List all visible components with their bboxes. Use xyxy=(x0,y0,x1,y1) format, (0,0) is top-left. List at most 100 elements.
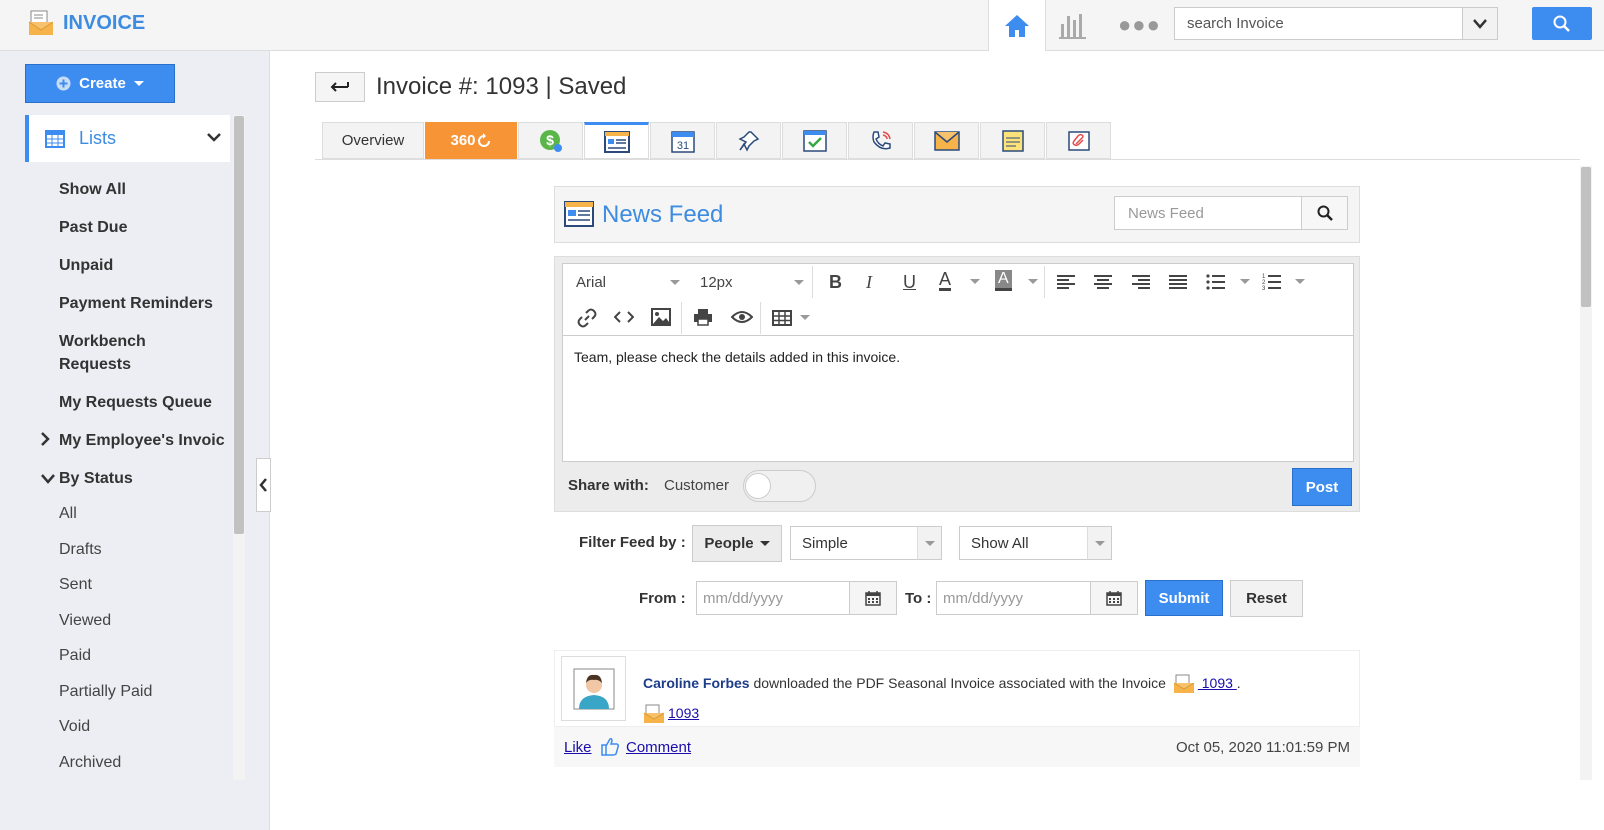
text-color-icon[interactable]: A xyxy=(939,270,952,291)
align-right-icon[interactable] xyxy=(1131,274,1151,290)
tab-payments[interactable]: $ xyxy=(518,122,583,159)
tab-news-feed[interactable] xyxy=(584,122,649,159)
sidebar-item-past-due[interactable]: Past Due xyxy=(59,219,229,237)
table-icon[interactable] xyxy=(772,310,792,326)
bar-chart-icon xyxy=(1059,14,1086,39)
status-item-archived[interactable]: Archived xyxy=(59,754,121,772)
underline-icon[interactable]: U xyxy=(903,272,916,293)
sidebar-collapse-button[interactable] xyxy=(256,458,271,512)
news-feed-search-input[interactable]: News Feed xyxy=(1114,196,1302,230)
align-left-icon[interactable] xyxy=(1056,274,1076,290)
highlight-color-icon[interactable]: A xyxy=(995,270,1012,291)
global-search-input[interactable]: search Invoice xyxy=(1174,7,1463,40)
lists-header[interactable]: Lists xyxy=(25,115,230,162)
caret-down-icon[interactable] xyxy=(1028,279,1038,284)
sidebar-item-workbench-requests-line2[interactable]: Requests xyxy=(59,356,229,374)
feed-user-link[interactable]: Caroline Forbes xyxy=(643,675,750,691)
envelope-icon xyxy=(933,130,960,151)
search-button[interactable] xyxy=(1532,7,1592,40)
tab-calls[interactable] xyxy=(848,122,913,159)
status-item-void[interactable]: Void xyxy=(59,718,90,736)
create-button[interactable]: Create xyxy=(25,64,175,103)
tab-tasks[interactable] xyxy=(782,122,847,159)
like-link[interactable]: Like xyxy=(564,739,592,756)
sidebar-item-show-all[interactable]: Show All xyxy=(59,181,229,199)
sidebar-item-my-requests-queue[interactable]: My Requests Queue xyxy=(59,394,229,412)
status-item-all[interactable]: All xyxy=(59,505,77,523)
tab-overview[interactable]: Overview xyxy=(322,122,424,159)
invoice-envelope-icon xyxy=(643,704,665,724)
caret-down-icon[interactable] xyxy=(1295,279,1305,284)
align-center-icon[interactable] xyxy=(1093,274,1113,290)
sidebar-item-workbench-requests[interactable]: Workbench xyxy=(59,333,229,351)
invoice-link[interactable]: 1093 xyxy=(668,705,699,721)
thumbs-up-icon[interactable] xyxy=(600,736,620,756)
svg-text:$: $ xyxy=(546,132,554,148)
image-icon[interactable] xyxy=(651,308,671,326)
link-icon[interactable] xyxy=(577,308,597,328)
sidebar-item-by-status[interactable]: By Status xyxy=(59,470,229,488)
preview-eye-icon[interactable] xyxy=(731,310,753,324)
avatar[interactable] xyxy=(561,656,626,721)
news-feed-icon xyxy=(564,200,594,233)
sidebar-item-my-employees-invoices[interactable]: My Employee's Invoic xyxy=(59,432,224,450)
chevron-right-icon[interactable] xyxy=(40,432,50,446)
invoice-link[interactable]: 1093 xyxy=(1198,675,1237,691)
bold-icon[interactable]: B xyxy=(829,272,842,293)
tab-pin[interactable] xyxy=(716,122,781,159)
status-item-viewed[interactable]: Viewed xyxy=(59,612,111,630)
status-item-sent[interactable]: Sent xyxy=(59,576,92,594)
feed-type-select[interactable]: Simple xyxy=(790,526,918,560)
caret-down-icon[interactable] xyxy=(800,315,810,320)
to-date-label: To : xyxy=(905,590,932,607)
tab-email[interactable] xyxy=(914,122,979,159)
from-date-picker-button[interactable] xyxy=(850,581,897,615)
home-nav-button[interactable] xyxy=(988,0,1046,51)
align-justify-icon[interactable] xyxy=(1168,274,1188,290)
code-view-icon[interactable] xyxy=(614,310,634,324)
to-date-picker-button[interactable] xyxy=(1091,581,1138,615)
from-date-input[interactable]: mm/dd/yyyy xyxy=(696,581,850,615)
caret-down-icon[interactable] xyxy=(970,279,980,284)
feed-type-select-arrow[interactable] xyxy=(917,526,942,560)
search-icon xyxy=(1317,205,1333,221)
chevron-down-icon[interactable] xyxy=(206,129,222,145)
tab-notes[interactable] xyxy=(980,122,1045,159)
sidebar-item-payment-reminders[interactable]: Payment Reminders xyxy=(59,295,229,313)
back-button[interactable] xyxy=(315,72,365,102)
status-item-paid[interactable]: Paid xyxy=(59,647,91,665)
plus-circle-icon xyxy=(56,76,71,91)
print-icon[interactable] xyxy=(693,308,713,326)
caret-down-icon[interactable] xyxy=(1240,279,1250,284)
news-feed-search-button[interactable] xyxy=(1302,196,1348,230)
reset-filter-button[interactable]: Reset xyxy=(1230,580,1303,617)
toggle-knob[interactable] xyxy=(745,473,771,499)
numbered-list-icon[interactable]: 123 xyxy=(1262,273,1282,291)
sidebar-scrollbar-thumb[interactable] xyxy=(234,116,244,534)
analytics-nav-button[interactable] xyxy=(1058,10,1088,40)
bullet-list-icon[interactable] xyxy=(1206,274,1226,290)
status-item-drafts[interactable]: Drafts xyxy=(59,541,102,559)
comment-link[interactable]: Comment xyxy=(626,739,691,756)
status-item-partially-paid[interactable]: Partially Paid xyxy=(59,683,152,701)
news-feed-icon xyxy=(603,130,630,153)
chevron-down-icon[interactable] xyxy=(41,474,55,484)
more-menu-icon[interactable]: ●●● xyxy=(1118,12,1161,38)
post-button[interactable]: Post xyxy=(1292,468,1352,506)
tab-360[interactable]: 360 xyxy=(425,122,517,159)
main-scrollbar-thumb[interactable] xyxy=(1581,167,1591,307)
italic-icon[interactable]: I xyxy=(866,272,872,293)
sidebar-item-unpaid[interactable]: Unpaid xyxy=(59,257,229,275)
tab-attachments[interactable] xyxy=(1046,122,1111,159)
people-filter-dropdown[interactable]: People xyxy=(692,525,782,562)
search-dropdown-button[interactable] xyxy=(1463,7,1498,40)
font-size-select[interactable]: 12px xyxy=(700,274,804,291)
search-icon xyxy=(1553,15,1570,32)
post-editor-textarea[interactable]: Team, please check the details added in … xyxy=(562,335,1354,462)
to-date-input[interactable]: mm/dd/yyyy xyxy=(936,581,1091,615)
feed-show-select[interactable]: Show All xyxy=(959,526,1088,560)
tab-calendar[interactable]: 31 xyxy=(650,122,715,159)
font-family-select[interactable]: Arial xyxy=(576,274,680,291)
feed-show-select-arrow[interactable] xyxy=(1087,526,1112,560)
submit-filter-button[interactable]: Submit xyxy=(1145,580,1223,616)
